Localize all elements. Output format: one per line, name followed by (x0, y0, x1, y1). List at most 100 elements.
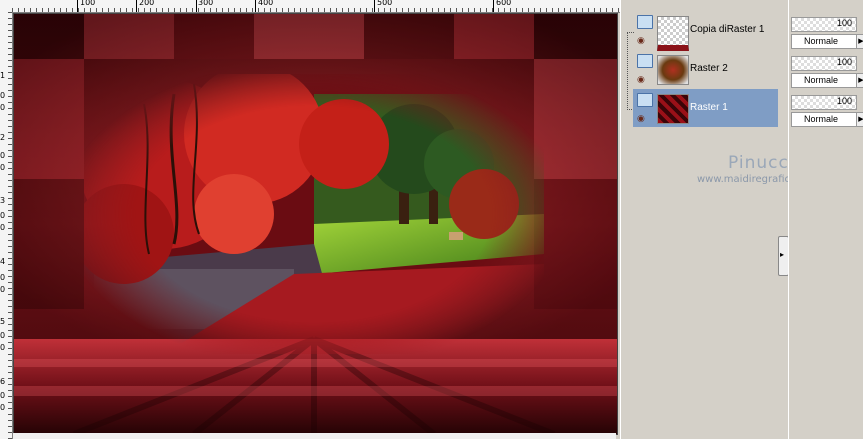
ruler-tick (8, 228, 12, 229)
ruler-tick (486, 8, 487, 12)
ruler-tick (8, 354, 12, 355)
layer-group-icon (637, 15, 653, 29)
ruler-tick (264, 8, 265, 12)
layer-row-raster-1[interactable]: ◉ Raster 1 (633, 89, 778, 127)
ruler-tick (186, 8, 187, 12)
layer-group-icon (637, 54, 653, 68)
ruler-tick (84, 8, 85, 12)
ruler-tick (402, 8, 403, 12)
ruler-label: 0 (0, 403, 6, 412)
ruler-tick (444, 8, 445, 12)
ruler-tick (8, 186, 12, 187)
ruler-tick (8, 216, 12, 217)
eye-icon[interactable]: ◉ (637, 35, 645, 46)
chevron-right-icon[interactable]: ▶ (856, 112, 863, 127)
eye-icon[interactable]: ◉ (637, 74, 645, 85)
ruler-tick (618, 8, 619, 12)
ruler-tick (558, 8, 559, 12)
ruler-tick (324, 8, 325, 12)
ruler-tick (198, 8, 199, 12)
ruler-tick (8, 312, 12, 313)
chevron-right-icon[interactable]: ▶ (856, 34, 863, 49)
layer-group-icon (637, 93, 653, 107)
ruler-tick (480, 8, 481, 12)
ruler-tick (564, 8, 565, 12)
eye-icon[interactable]: ◉ (637, 113, 645, 124)
ruler-tick (522, 8, 523, 12)
ruler-tick (594, 8, 595, 12)
ruler-tick (8, 72, 12, 73)
layer-properties-row: 100 Normale ▶ (789, 50, 863, 88)
ruler-tick (8, 90, 12, 91)
layer-row-raster-2[interactable]: ◉ Raster 2 (633, 50, 778, 88)
ruler-label: 0 (0, 391, 6, 400)
ruler-tick (222, 8, 223, 12)
ruler-tick (8, 366, 12, 367)
ruler-tick (8, 396, 12, 397)
ruler-tick (8, 420, 12, 421)
ruler-tick (180, 8, 181, 12)
ruler-tick (426, 8, 427, 12)
ruler-tick (378, 8, 379, 12)
ruler-label: 1 (0, 71, 6, 80)
ruler-tick (60, 8, 61, 12)
ruler-tick (114, 8, 115, 12)
ruler-tick (8, 252, 12, 253)
ruler-label: 0 (0, 285, 6, 294)
ruler-tick (8, 210, 12, 211)
ruler-tick (516, 8, 517, 12)
opacity-value: 100 (836, 57, 852, 67)
ruler-tick (8, 12, 12, 13)
opacity-field[interactable]: 100 (791, 56, 857, 71)
ruler-tick (192, 8, 193, 12)
chevron-right-icon[interactable]: ▶ (856, 73, 863, 88)
blend-mode-select[interactable]: Normale (791, 73, 857, 88)
blend-mode-select[interactable]: Normale (791, 34, 857, 49)
ruler-tick (102, 8, 103, 12)
ruler-tick (8, 162, 12, 163)
ruler-tick (504, 8, 505, 12)
ruler-tick (8, 42, 12, 43)
ruler-tick (498, 8, 499, 12)
ruler-tick (432, 8, 433, 12)
ruler-tick (312, 8, 313, 12)
ruler-tick (420, 8, 421, 12)
ruler-tick (462, 8, 463, 12)
ruler-tick (8, 132, 12, 133)
ruler-label: 2 (0, 133, 6, 142)
ruler-tick (8, 432, 12, 433)
ruler-major-tick (196, 0, 197, 12)
ruler-tick (300, 8, 301, 12)
blend-mode-select[interactable]: Normale (791, 112, 857, 127)
ruler-tick (8, 378, 12, 379)
ruler-major-tick (374, 0, 375, 12)
ruler-tick (8, 372, 12, 373)
ruler-label: 0 (0, 163, 6, 172)
ruler-tick (348, 8, 349, 12)
ruler-tick (588, 8, 589, 12)
ruler-tick (8, 108, 12, 109)
ruler-tick (606, 8, 607, 12)
layer-properties-panel: 100 Normale ▶ 100 Normale ▶ 100 Normale … (788, 0, 863, 439)
layer-thumbnail (657, 16, 689, 51)
ruler-tick (8, 48, 12, 49)
ruler-tick (8, 126, 12, 127)
ruler-tick (108, 8, 109, 12)
arrow-right-icon: ▸ (780, 250, 785, 259)
ruler-major-tick (255, 0, 256, 12)
ruler-tick (342, 8, 343, 12)
vertical-ruler: 1 0 0 2 0 0 3 0 0 4 0 0 5 0 0 6 0 0 (0, 12, 13, 439)
layer-row-copia-di-raster-1[interactable]: ◉ Copia diRaster 1 (633, 11, 778, 51)
image-canvas[interactable] (13, 13, 618, 435)
ruler-tick (8, 30, 12, 31)
opacity-field[interactable]: 100 (791, 17, 857, 32)
ruler-tick (8, 324, 12, 325)
opacity-field[interactable]: 100 (791, 95, 857, 110)
ruler-tick (8, 120, 12, 121)
ruler-tick (8, 96, 12, 97)
horizontal-ruler: 100 200 300 400 500 600 (0, 0, 620, 13)
ruler-tick (438, 8, 439, 12)
ruler-tick (72, 8, 73, 12)
ruler-label: 3 (0, 196, 6, 205)
ruler-tick (54, 8, 55, 12)
